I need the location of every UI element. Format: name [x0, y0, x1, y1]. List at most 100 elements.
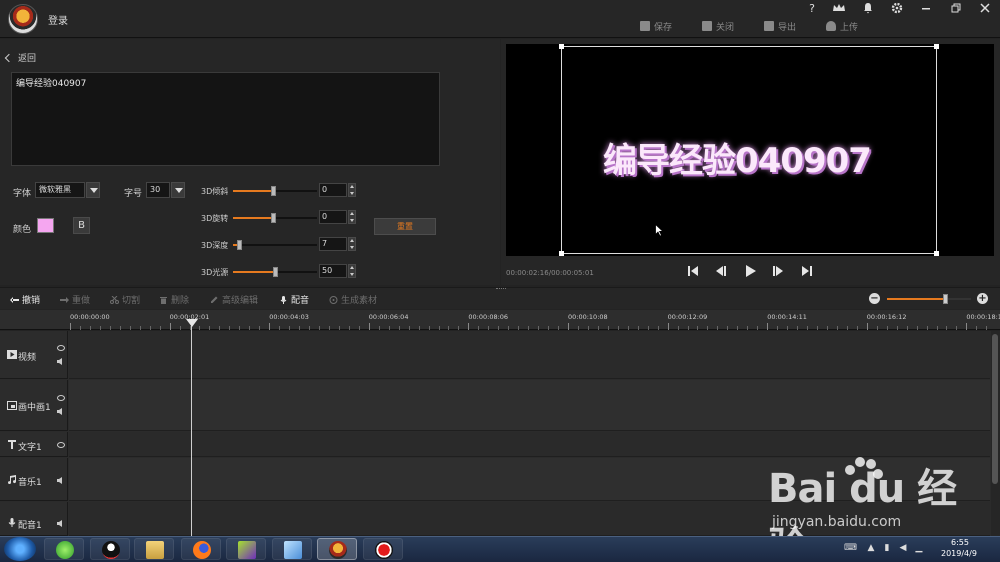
back-button[interactable]: 返回 — [4, 51, 36, 64]
battery-icon[interactable]: ▮ — [882, 543, 892, 553]
advanced-edit-button[interactable]: 高级编辑 — [210, 293, 258, 306]
preview-subtitle-text[interactable]: 编导经验040907 — [603, 133, 872, 182]
slider-value-input[interactable]: 0 — [319, 210, 347, 224]
help-icon[interactable]: ? — [804, 2, 820, 16]
spinner-arrows-icon[interactable] — [348, 264, 356, 278]
resize-handle-top-right[interactable] — [934, 44, 939, 49]
minimize-icon[interactable] — [918, 2, 934, 16]
cut-button[interactable]: 切割 — [110, 293, 140, 306]
timeline-zoom-slider[interactable] — [887, 294, 971, 304]
font-select[interactable]: 微软雅黑 — [35, 182, 85, 198]
restore-icon[interactable] — [948, 2, 964, 16]
tray-expand-icon[interactable]: ▲ — [866, 543, 876, 553]
size-dropdown-arrow-icon[interactable] — [171, 182, 185, 198]
upload-button[interactable]: 上传 — [826, 19, 858, 33]
login-link[interactable]: 登录 — [48, 12, 68, 27]
keyboard-tray-icon[interactable]: ⌨ — [844, 543, 857, 553]
slider-knob[interactable] — [271, 186, 276, 196]
ruler-minor-tick — [986, 326, 987, 330]
reset-button[interactable]: 重置 — [374, 218, 436, 235]
slider-value-input[interactable]: 0 — [319, 183, 347, 197]
resize-handle-top-left[interactable] — [559, 44, 564, 49]
export-button[interactable]: 导出 — [764, 19, 796, 33]
slider-value-input[interactable]: 50 — [319, 264, 347, 278]
bold-button[interactable]: B — [73, 217, 90, 234]
taskbar-app-browser[interactable] — [44, 538, 84, 560]
playhead-marker[interactable] — [186, 319, 198, 327]
zoom-out-button[interactable]: − — [869, 293, 880, 304]
slider-label: 3D光源 — [201, 268, 229, 277]
resize-handle-bottom-left[interactable] — [559, 251, 564, 256]
app-logo-icon[interactable] — [8, 4, 38, 34]
taskbar-app-explorer[interactable] — [134, 538, 174, 560]
save-button[interactable]: 保存 — [640, 19, 672, 33]
ruler-major-tick — [269, 323, 270, 330]
close-icon[interactable] — [977, 2, 993, 16]
clock-date[interactable]: 2019/4/9 — [941, 549, 977, 558]
eye-icon[interactable] — [57, 345, 65, 351]
ruler-major-tick — [170, 323, 171, 330]
slider-knob[interactable] — [271, 213, 276, 223]
zoom-slider-knob[interactable] — [943, 294, 948, 304]
ruler-minor-tick — [478, 326, 479, 330]
speaker-icon[interactable] — [57, 520, 65, 527]
track-lane-text[interactable] — [69, 432, 990, 457]
3d-slider-track[interactable] — [233, 213, 317, 223]
clock-time[interactable]: 6:55 — [951, 538, 969, 547]
ruler-minor-tick — [488, 326, 489, 330]
spinner-arrows-icon[interactable] — [348, 237, 356, 251]
slider-knob[interactable] — [237, 240, 242, 250]
generate-material-button[interactable]: 生成素材 — [329, 293, 377, 306]
gear-icon[interactable] — [889, 2, 905, 16]
green-browser-icon — [56, 541, 74, 559]
taskbar-app-media[interactable] — [226, 538, 266, 560]
color-swatch[interactable] — [37, 218, 54, 233]
undo-button[interactable]: 撤销 — [10, 293, 40, 306]
network-tray-icon[interactable]: ▁ — [914, 543, 924, 553]
subtitle-text-input[interactable]: 编导经验040907 — [11, 72, 440, 166]
play-icon[interactable] — [742, 264, 758, 280]
vip-crown-icon[interactable] — [831, 2, 847, 16]
scrollbar-thumb[interactable] — [992, 334, 998, 484]
next-frame-icon[interactable] — [770, 264, 786, 280]
ruler-minor-tick — [927, 326, 928, 330]
start-button[interactable] — [4, 537, 36, 561]
volume-tray-icon[interactable]: ◀ — [898, 543, 908, 553]
previous-frame-icon[interactable] — [713, 264, 729, 280]
eye-icon[interactable] — [57, 442, 65, 448]
close-project-button[interactable]: 关闭 — [702, 19, 734, 33]
resize-handle-bottom-right[interactable] — [934, 251, 939, 256]
zoom-in-button[interactable]: + — [977, 293, 988, 304]
font-dropdown-arrow-icon[interactable] — [86, 182, 100, 198]
skip-to-start-icon[interactable] — [685, 264, 701, 280]
ruler-tick-label: 00:00:16:12 — [866, 313, 907, 321]
taskbar-app-firefox[interactable] — [181, 538, 221, 560]
ruler-tick-label: 00:00:10:08 — [568, 313, 608, 321]
speaker-icon[interactable] — [57, 408, 65, 415]
playhead-line[interactable] — [191, 320, 192, 536]
taskbar-app-qq[interactable] — [90, 538, 130, 560]
3d-slider-track[interactable] — [233, 186, 317, 196]
taskbar-app-files[interactable] — [272, 538, 312, 560]
speaker-icon[interactable] — [57, 477, 65, 484]
taskbar-app-recorder[interactable] — [363, 538, 403, 560]
delete-button[interactable]: 删除 — [159, 293, 189, 306]
eye-icon[interactable] — [57, 395, 65, 401]
3d-slider-track[interactable] — [233, 240, 317, 250]
spinner-arrows-icon[interactable] — [348, 183, 356, 197]
slider-value-input[interactable]: 7 — [319, 237, 347, 251]
skip-to-end-icon[interactable] — [799, 264, 815, 280]
speaker-icon[interactable] — [57, 358, 65, 365]
bell-icon[interactable] — [860, 2, 876, 16]
redo-button[interactable]: 重做 — [60, 293, 90, 306]
size-select[interactable]: 30 — [146, 182, 170, 198]
ruler-minor-tick — [578, 326, 579, 330]
slider-knob[interactable] — [273, 267, 278, 277]
spinner-arrows-icon[interactable] — [348, 210, 356, 224]
dub-button[interactable]: 配音 — [279, 293, 309, 306]
panel-splitter-handle[interactable] — [496, 288, 506, 291]
taskbar-app-video-editor[interactable] — [317, 538, 357, 560]
3d-slider-track[interactable] — [233, 267, 317, 277]
track-lane-pip[interactable] — [69, 380, 990, 431]
track-lane-video[interactable] — [69, 331, 990, 379]
